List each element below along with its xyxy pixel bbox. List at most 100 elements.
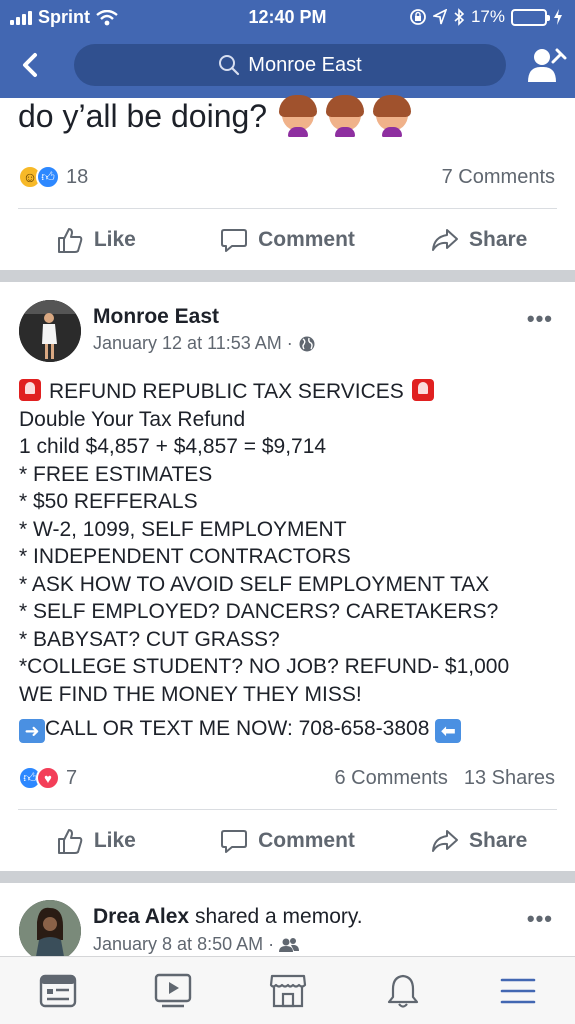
more-options-icon[interactable]: ••• xyxy=(527,906,553,932)
cta-text: CALL OR TEXT ME NOW: 708-658-3808 xyxy=(45,717,430,740)
post-line: * BABYSAT? CUT GRASS? xyxy=(19,627,280,651)
friends-icon xyxy=(279,937,300,952)
post-line: * FREE ESTIMATES xyxy=(19,462,213,486)
add-friend-icon[interactable] xyxy=(527,46,567,84)
comments-count[interactable]: 6 Comments xyxy=(334,767,447,790)
siren-emoji-icon xyxy=(19,379,41,401)
post-line: * INDEPENDENT CONTRACTORS xyxy=(19,545,351,568)
share-label: Share xyxy=(468,829,528,852)
meta-separator: · xyxy=(268,934,275,954)
tab-menu[interactable] xyxy=(460,957,575,1024)
comment-icon xyxy=(221,229,248,252)
status-right: 17% xyxy=(409,7,563,27)
left-arrow-emoji-icon: ⬅ xyxy=(435,719,462,743)
post-actions: Like Comment Share xyxy=(0,811,575,871)
battery-icon xyxy=(511,8,550,26)
post-line: * SELF EMPLOYED? DANCERS? CARETAKERS? xyxy=(19,600,499,623)
post-line: * $50 REFFERALS xyxy=(19,490,198,513)
post-author: Drea Alex shared a memory. xyxy=(93,905,363,929)
tab-watch[interactable] xyxy=(115,957,230,1024)
comment-label: Comment xyxy=(258,829,355,852)
avatar[interactable] xyxy=(19,300,81,362)
top-bar: Sprint 12:40 PM 17% Monroe East xyxy=(0,0,575,98)
bluetooth-icon xyxy=(454,8,465,26)
comments-count[interactable]: 7 Comments xyxy=(442,166,555,189)
like-label: Like xyxy=(93,829,136,852)
post-line: *COLLEGE STUDENT? NO JOB? REFUND- $1,000 xyxy=(19,655,510,678)
reaction-icons: ☺ 👍︎ xyxy=(18,165,60,189)
search-icon xyxy=(219,55,240,76)
avatar[interactable] xyxy=(19,900,81,962)
charging-icon xyxy=(554,9,562,25)
post-line: Double Your Tax Refund xyxy=(19,407,246,431)
battery-percent: 17% xyxy=(470,7,505,26)
status-bar: Sprint 12:40 PM 17% xyxy=(0,4,575,30)
bottom-tab-bar xyxy=(0,956,575,1024)
author-name[interactable]: Drea Alex xyxy=(93,905,189,928)
post-meta: January 8 at 8:50 AM · xyxy=(93,934,300,955)
comment-button[interactable]: Comment xyxy=(192,226,384,254)
rotation-lock-icon xyxy=(410,9,426,25)
profile-photo xyxy=(19,300,81,362)
news-feed-icon xyxy=(39,974,76,1007)
feed-separator xyxy=(0,871,575,883)
reaction-icons: 👍︎ ♥ xyxy=(18,766,60,790)
facepalm-emoji-icon xyxy=(372,95,411,137)
post-author[interactable]: Monroe East xyxy=(93,305,219,329)
like-button[interactable]: Like xyxy=(0,226,192,254)
post-line: WE FIND THE MONEY THEY MISS! xyxy=(19,682,362,706)
comment-button[interactable]: Comment xyxy=(192,827,384,855)
location-icon xyxy=(432,9,447,25)
menu-icon xyxy=(500,978,535,1003)
post-line: * ASK HOW TO AVOID SELF EMPLOYMENT TAX xyxy=(19,572,490,596)
back-arrow-icon[interactable] xyxy=(14,48,48,82)
search-bar[interactable]: Monroe East xyxy=(74,44,506,86)
post-text: do y’all be doing? xyxy=(18,98,268,134)
share-label: Share xyxy=(468,228,528,251)
reaction-count: 7 xyxy=(66,766,78,789)
post-meta: January 12 at 11:53 AM · xyxy=(93,333,316,354)
globe-icon xyxy=(299,336,315,351)
profile-photo xyxy=(19,900,81,962)
like-button[interactable]: Like xyxy=(0,827,192,855)
marketplace-icon xyxy=(269,974,306,1007)
post-timestamp[interactable]: January 8 at 8:50 AM xyxy=(93,934,263,955)
comment-label: Comment xyxy=(258,228,355,251)
siren-emoji-icon xyxy=(411,379,434,401)
post-headline: REFUND REPUBLIC TAX SERVICES xyxy=(19,378,559,406)
meta-separator: · xyxy=(286,333,293,353)
right-arrow-emoji-icon: ➜ xyxy=(19,719,45,743)
nav-row: Monroe East xyxy=(0,42,575,88)
reaction-summary[interactable]: ☺ 👍︎ 18 7 Comments xyxy=(18,160,555,194)
watch-icon xyxy=(154,973,191,1007)
engagement-counts: 7 Comments xyxy=(442,166,555,189)
post-timestamp[interactable]: January 12 at 11:53 AM xyxy=(93,333,282,354)
reaction-summary[interactable]: 👍︎ ♥ 7 6 Comments 13 Shares xyxy=(18,761,555,795)
post-text-tail: do y’all be doing? xyxy=(18,95,411,137)
like-reaction-icon: 👍︎ xyxy=(36,165,60,189)
shares-count[interactable]: 13 Shares xyxy=(464,767,555,790)
post-line: 1 child $4,857 + $4,857 = $9,714 xyxy=(19,435,327,458)
share-button[interactable]: Share xyxy=(383,827,575,855)
thumbs-up-icon xyxy=(57,228,83,253)
divider xyxy=(18,809,557,810)
notifications-icon xyxy=(387,974,418,1008)
post-actions: Like Comment Share xyxy=(0,210,575,270)
more-options-icon[interactable]: ••• xyxy=(527,306,553,332)
feed-separator xyxy=(0,270,575,282)
divider xyxy=(18,208,557,209)
search-text: Monroe East xyxy=(248,53,362,76)
thumbs-up-icon xyxy=(57,829,83,854)
facepalm-emoji-icon xyxy=(325,95,364,137)
reaction-count: 18 xyxy=(66,165,89,188)
post-line: * W-2, 1099, SELF EMPLOYMENT xyxy=(19,517,347,541)
share-button[interactable]: Share xyxy=(383,226,575,254)
tab-notifications[interactable] xyxy=(345,957,460,1024)
engagement-counts: 6 Comments 13 Shares xyxy=(334,767,555,790)
tab-marketplace[interactable] xyxy=(230,957,345,1024)
author-action: shared a memory. xyxy=(194,905,363,928)
love-reaction-icon: ♥ xyxy=(36,766,60,790)
tab-news-feed[interactable] xyxy=(0,957,115,1024)
post-cta: ➜ CALL OR TEXT ME NOW: 708-658-3808 ⬅ xyxy=(19,715,559,743)
comment-icon xyxy=(221,830,248,853)
